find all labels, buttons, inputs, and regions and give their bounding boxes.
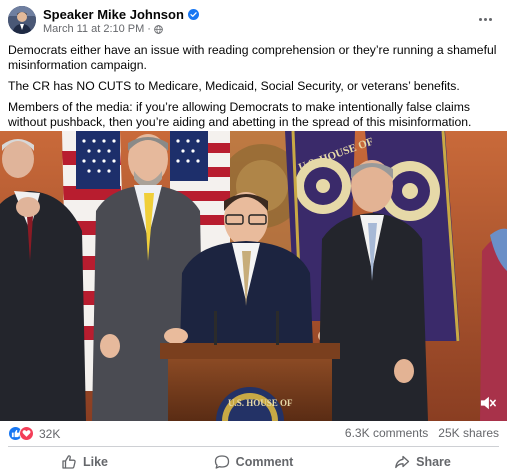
post-paragraph: Democrats either have an issue with read… — [8, 43, 497, 72]
post-text: Democrats either have an issue with read… — [8, 43, 500, 136]
like-label: Like — [82, 455, 108, 469]
share-icon — [395, 455, 410, 469]
reaction-count[interactable]: 32K — [39, 427, 60, 441]
share-button[interactable]: Share — [338, 448, 507, 476]
divider — [8, 446, 499, 447]
post-paragraph: The CR has NO CUTS to Medicare, Medicaid… — [8, 79, 460, 93]
like-button[interactable]: Like — [0, 448, 169, 476]
share-count[interactable]: 25K shares — [438, 426, 499, 440]
globe-icon[interactable] — [154, 24, 163, 34]
share-label: Share — [416, 455, 451, 469]
post-header: Speaker Mike Johnson March 11 at 2:10 PM… — [0, 0, 507, 40]
post-video[interactable]: U.S. HOUSE OF U.S. HOUSE OF — [0, 131, 507, 421]
author-name[interactable]: Speaker Mike Johnson — [43, 7, 199, 22]
post-actions: Like Comment Share — [0, 448, 507, 476]
author-name-text[interactable]: Speaker Mike Johnson — [43, 7, 184, 22]
reaction-summary[interactable]: 32K — [8, 426, 60, 441]
comment-share-counts: 6.3K comments 25K shares — [345, 426, 499, 440]
post-timestamp[interactable]: March 11 at 2:10 PM — [43, 23, 144, 35]
love-reaction-icon — [19, 426, 34, 441]
engagement-stats: 32K 6.3K comments 25K shares — [0, 424, 507, 444]
video-frame: U.S. HOUSE OF U.S. HOUSE OF — [0, 131, 507, 421]
podium-seal-text: U.S. HOUSE OF — [228, 398, 293, 408]
post-meta: March 11 at 2:10 PM · — [43, 23, 163, 35]
more-options-icon[interactable] — [475, 10, 495, 28]
comment-button[interactable]: Comment — [169, 448, 338, 476]
verified-badge-icon — [187, 9, 199, 20]
meta-separator: · — [147, 23, 151, 35]
comment-icon — [214, 455, 229, 469]
comment-label: Comment — [235, 455, 294, 469]
facebook-post: Speaker Mike Johnson March 11 at 2:10 PM… — [0, 0, 507, 476]
comment-count[interactable]: 6.3K comments — [345, 426, 428, 440]
post-paragraph: Members of the media: if you’re allowing… — [8, 100, 472, 129]
like-icon — [62, 455, 76, 469]
avatar[interactable] — [8, 6, 36, 34]
mute-icon[interactable] — [479, 395, 497, 411]
